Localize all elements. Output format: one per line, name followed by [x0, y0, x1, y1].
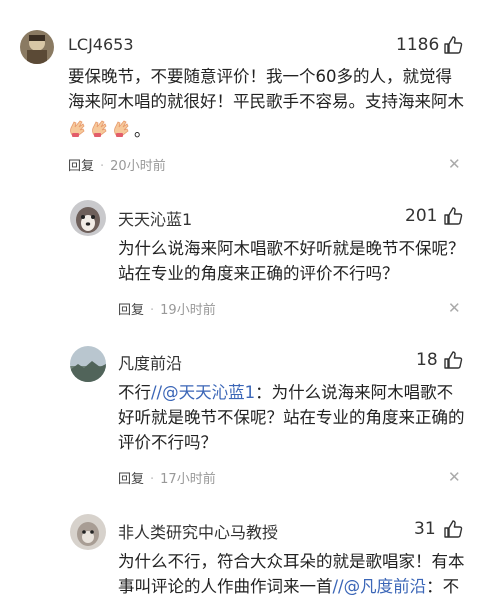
comment-text-line: 海来阿木唱的就很好！平民歌手不容易。支持海来阿木 [68, 92, 464, 111]
thumbs-up-icon[interactable] [443, 35, 463, 55]
like-count: 1186 [396, 35, 440, 55]
period-text: 。 [134, 120, 151, 140]
comment-text: 事叫评论的人作曲作词来一首 [118, 577, 333, 596]
comment-text-line: 事叫评论的人作曲作词来一首//@凡度前沿：不 [118, 574, 459, 599]
reply-button[interactable]: 回复 [118, 472, 144, 487]
comment-meta: 回复 · 20小时前 [68, 159, 166, 174]
close-icon[interactable]: ✕ [448, 157, 461, 172]
like-count: 31 [414, 519, 436, 539]
mention-link[interactable]: //@天天沁蓝1 [151, 383, 255, 402]
username[interactable]: 非人类研究中心马教授 [118, 519, 278, 543]
comment-text-line: 好听就是晚节不保呢？站在专业的角度来正确的 [118, 408, 465, 427]
comment-text-line: 要保晚节，不要随意评价！我一个60多的人，就觉得 [68, 67, 452, 86]
timestamp: 20小时前 [110, 159, 166, 174]
comment-text: ：为什么说海来阿木唱歌不 [255, 383, 454, 402]
thumbs-up-icon[interactable] [443, 519, 463, 539]
clapping-hands-icon [112, 118, 132, 138]
comment-text: ：不 [426, 577, 460, 596]
emoji-line: 。 [68, 114, 153, 140]
like-count: 201 [405, 206, 438, 226]
comment-text-line: 为什么不行，符合大众耳朵的就是歌唱家！有本 [118, 552, 465, 571]
comment-text-line: 评价不行吗？ [118, 433, 217, 452]
username[interactable]: 天天沁蓝1 [118, 206, 192, 230]
comment-text-line: 不行//@天天沁蓝1：为什么说海来阿木唱歌不 [118, 380, 453, 405]
avatar[interactable] [70, 346, 106, 382]
comment-text-line: 为什么说海来阿木唱歌不好听就是晚节不保呢？ [118, 239, 465, 258]
username[interactable]: 凡度前沿 [118, 350, 182, 374]
comment-text: 不行 [118, 383, 151, 402]
comment-text-line: 站在专业的角度来正确的评价不行吗？ [118, 264, 399, 283]
avatar[interactable] [70, 200, 106, 236]
mention-link[interactable]: //@凡度前沿 [333, 577, 427, 596]
comment-meta: 回复 · 19小时前 [118, 303, 216, 318]
close-icon[interactable]: ✕ [448, 301, 461, 316]
avatar[interactable] [70, 514, 106, 550]
username[interactable]: LCJ4653 [68, 35, 134, 54]
timestamp: 19小时前 [160, 303, 216, 318]
like-count: 18 [416, 350, 438, 370]
comment-meta: 回复 · 17小时前 [118, 472, 216, 487]
thumbs-up-icon[interactable] [443, 206, 463, 226]
reply-button[interactable]: 回复 [68, 159, 94, 174]
clapping-hands-icon [90, 118, 110, 138]
timestamp: 17小时前 [160, 472, 216, 487]
close-icon[interactable]: ✕ [448, 470, 461, 485]
reply-button[interactable]: 回复 [118, 303, 144, 318]
thumbs-up-icon[interactable] [443, 350, 463, 370]
avatar[interactable] [20, 30, 54, 64]
clapping-hands-icon [68, 118, 88, 138]
